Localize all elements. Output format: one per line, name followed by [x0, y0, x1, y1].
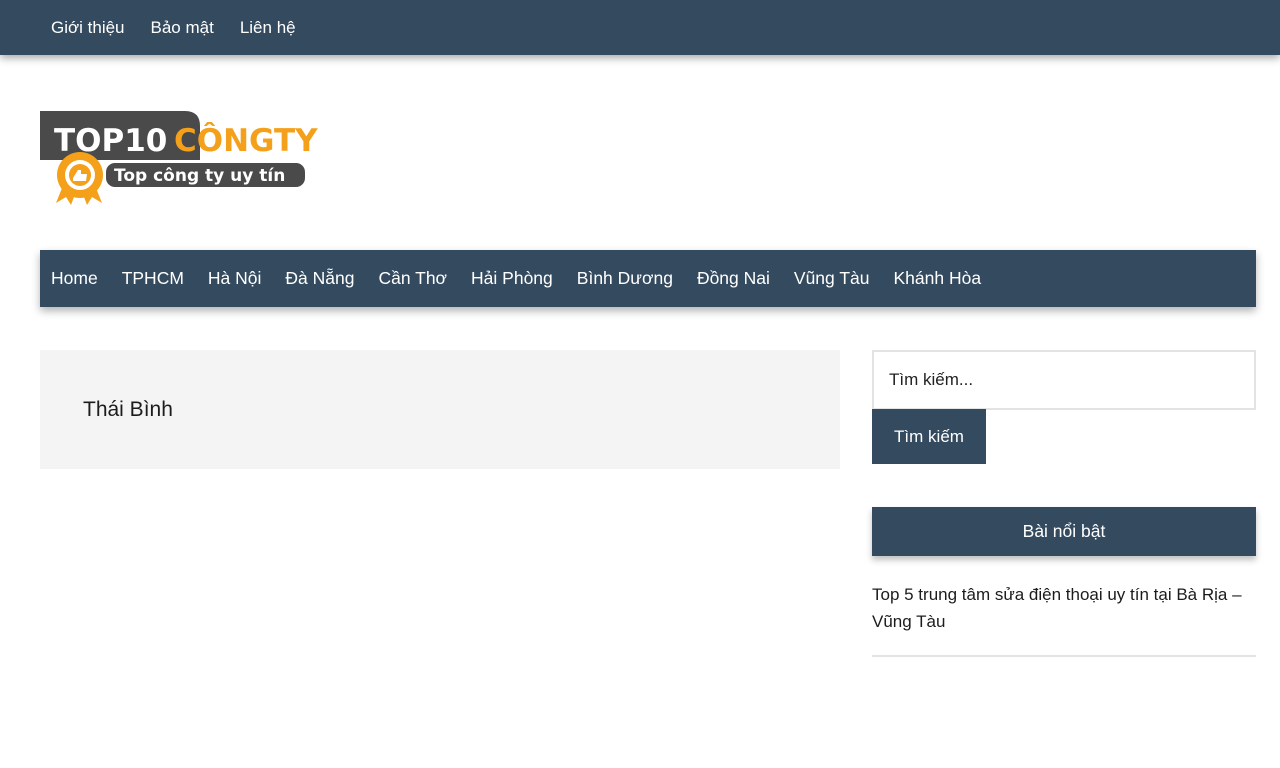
- featured-posts-list: Top 5 trung tâm sửa điện thoại uy tín tạ…: [872, 581, 1256, 657]
- nav-item-can-tho[interactable]: Cần Thơ: [367, 250, 460, 307]
- svg-text:Top công ty uy tín: Top công ty uy tín: [114, 166, 285, 186]
- main-navigation: Home TPHCM Hà Nội Đà Nẵng Cần Thơ Hải Ph…: [40, 250, 1256, 307]
- nav-item-home[interactable]: Home: [40, 250, 111, 307]
- search-input[interactable]: [872, 350, 1256, 410]
- search-button[interactable]: Tìm kiếm: [872, 409, 986, 464]
- list-item: Top 5 trung tâm sửa điện thoại uy tín tạ…: [872, 581, 1256, 657]
- archive-title: Thái Bình: [83, 398, 173, 421]
- nav-item-dong-nai[interactable]: Đồng Nai: [686, 250, 783, 307]
- nav-item-khanh-hoa[interactable]: Khánh Hòa: [882, 250, 994, 307]
- nav-item-da-nang[interactable]: Đà Nẵng: [274, 250, 367, 307]
- nav-item-binh-duong[interactable]: Bình Dương: [566, 250, 686, 307]
- nav-item-vung-tau[interactable]: Vũng Tàu: [783, 250, 883, 307]
- site-logo[interactable]: TOP10 CÔNGTY Top công ty uy tín: [40, 108, 330, 208]
- featured-post-link[interactable]: Top 5 trung tâm sửa điện thoại uy tín tạ…: [872, 585, 1242, 631]
- archive-header: Thái Bình: [40, 350, 840, 469]
- nav-item-tphcm[interactable]: TPHCM: [111, 250, 197, 307]
- top-nav-item-gioi-thieu[interactable]: Giới thiệu: [38, 0, 138, 55]
- top-nav-item-lien-he[interactable]: Liên hệ: [227, 0, 309, 55]
- svg-text:TOP10: TOP10: [54, 123, 167, 159]
- search-form: Tìm kiếm: [872, 350, 1256, 464]
- top-nav-item-bao-mat[interactable]: Bảo mật: [138, 0, 227, 55]
- logo-image: TOP10 CÔNGTY Top công ty uy tín: [40, 111, 318, 205]
- svg-text:CÔNGTY: CÔNGTY: [174, 122, 318, 159]
- sidebar: Tìm kiếm Bài nổi bật Top 5 trung tâm sửa…: [872, 350, 1256, 657]
- featured-posts-title: Bài nổi bật: [872, 507, 1256, 556]
- nav-item-hai-phong[interactable]: Hải Phòng: [460, 250, 566, 307]
- award-badge-icon: [56, 152, 103, 205]
- nav-item-ha-noi[interactable]: Hà Nội: [197, 250, 275, 307]
- top-navigation: Giới thiệu Bảo mật Liên hệ: [0, 0, 1280, 55]
